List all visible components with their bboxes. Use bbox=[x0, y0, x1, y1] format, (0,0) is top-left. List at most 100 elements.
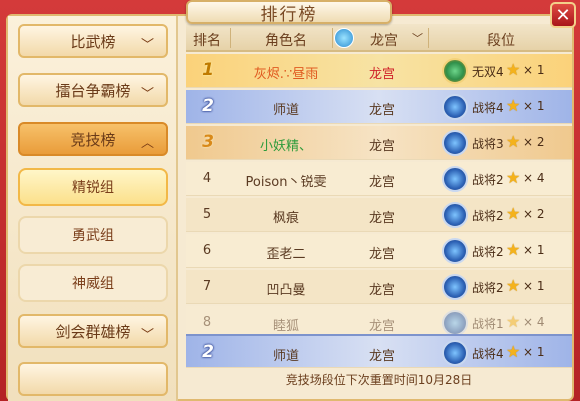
tier-label: 战将1 bbox=[472, 317, 504, 331]
player-sect: 龙宫 bbox=[368, 67, 395, 82]
tier-emblem-icon bbox=[442, 238, 468, 264]
tier-label: 战将4 bbox=[472, 101, 504, 115]
star-icon: ★ bbox=[506, 132, 521, 151]
star-icon: ★ bbox=[506, 96, 521, 115]
tier-label: 战将4 bbox=[472, 347, 504, 361]
rank-badge: 1 bbox=[202, 60, 214, 80]
rank-number: 8 bbox=[202, 315, 212, 330]
tier-emblem-icon bbox=[442, 340, 468, 366]
header-divider bbox=[428, 28, 429, 48]
sidebar-subitem-jingrui[interactable]: 精锐组 bbox=[18, 168, 168, 206]
star-icon: ★ bbox=[506, 312, 521, 331]
star-count: × 1 bbox=[523, 99, 545, 113]
table-row[interactable]: 7 凹凸曼 龙宫 战将2 ★ × 1 bbox=[186, 270, 572, 304]
sidebar-subitem-label: 精锐组 bbox=[72, 180, 114, 196]
tier-label: 战将2 bbox=[472, 209, 504, 223]
chevron-down-icon[interactable]: ﹀ bbox=[412, 30, 423, 46]
tier-emblem-icon bbox=[442, 94, 468, 120]
chevron-up-icon: ︿ bbox=[140, 136, 154, 151]
sidebar-item-jianhui[interactable]: 剑会群雄榜 ﹀ bbox=[18, 314, 168, 348]
sidebar-subitem-label: 神威组 bbox=[72, 276, 114, 292]
player-sect: 龙宫 bbox=[368, 211, 395, 226]
player-name: 凹凸曼 bbox=[266, 283, 306, 298]
sidebar-item-label: 擂台争霸榜 bbox=[55, 81, 131, 100]
player-name: 灰烬.∵昼雨 bbox=[253, 67, 319, 82]
tier-label: 无双4 bbox=[472, 65, 504, 79]
table-row[interactable]: 2 师道 龙宫 战将4 ★ × 1 bbox=[186, 90, 572, 124]
player-sect: 龙宫 bbox=[368, 175, 395, 190]
player-sect: 龙宫 bbox=[368, 139, 395, 154]
rank-badge: 2 bbox=[202, 96, 214, 116]
star-count: × 1 bbox=[523, 243, 545, 257]
chevron-down-icon: ﹀ bbox=[140, 328, 154, 343]
star-icon: ★ bbox=[506, 168, 521, 187]
player-name: Poison丶锐雯 bbox=[245, 175, 327, 190]
rank-badge: 2 bbox=[202, 342, 214, 362]
star-icon: ★ bbox=[506, 240, 521, 259]
sidebar-item-partial[interactable] bbox=[18, 362, 168, 396]
my-rank-row[interactable]: 2 师道 龙宫 战将4 ★ × 1 bbox=[186, 334, 572, 368]
tier-label: 战将2 bbox=[472, 245, 504, 259]
tier-emblem-icon bbox=[442, 274, 468, 300]
sidebar-item-jingji[interactable]: 竞技榜 ︿ bbox=[18, 122, 168, 156]
chevron-down-icon: ﹀ bbox=[140, 87, 154, 102]
star-count: × 1 bbox=[523, 279, 545, 293]
sidebar-subitem-label: 勇武组 bbox=[72, 228, 114, 244]
tier-label: 战将2 bbox=[472, 173, 504, 187]
sect-filter-icon[interactable] bbox=[334, 28, 354, 48]
player-name: 师道 bbox=[272, 103, 299, 118]
player-name: 歪老二 bbox=[266, 247, 306, 262]
rank-number: 7 bbox=[202, 279, 212, 294]
ranking-table: 排名 角色名 龙宫 ﹀ 段位 1 灰烬.∵昼雨 龙宫 无双4 ★ × 1 2 师… bbox=[186, 24, 572, 369]
header-tier: 段位 bbox=[487, 33, 515, 49]
table-header: 排名 角色名 龙宫 ﹀ 段位 bbox=[186, 24, 572, 52]
star-icon: ★ bbox=[506, 60, 521, 79]
table-row[interactable]: 3 小妖精、 龙宫 战将3 ★ × 2 bbox=[186, 126, 572, 160]
header-sect[interactable]: 龙宫 bbox=[354, 30, 414, 50]
tier-emblem-icon bbox=[442, 58, 468, 84]
star-count: × 2 bbox=[523, 135, 545, 149]
sidebar-subitem-shenwei[interactable]: 神威组 bbox=[18, 264, 168, 302]
star-count: × 4 bbox=[523, 171, 545, 185]
header-divider bbox=[332, 28, 333, 48]
tier-emblem-icon bbox=[442, 202, 468, 228]
rank-number: 5 bbox=[202, 207, 212, 222]
player-name: 睦狐 bbox=[272, 319, 299, 334]
rank-number: 4 bbox=[202, 171, 212, 186]
reset-notice: 竞技场段位下次重置时间10月28日 bbox=[285, 373, 473, 387]
close-button[interactable]: ✕ bbox=[550, 2, 576, 28]
sidebar-item-label: 比武榜 bbox=[70, 32, 116, 51]
player-sect: 龙宫 bbox=[368, 319, 395, 334]
star-count: × 1 bbox=[523, 63, 545, 77]
star-icon: ★ bbox=[506, 204, 521, 223]
player-sect: 龙宫 bbox=[368, 283, 395, 298]
header-rank: 排名 bbox=[193, 33, 221, 49]
table-row[interactable]: 4 Poison丶锐雯 龙宫 战将2 ★ × 4 bbox=[186, 162, 572, 196]
star-count: × 2 bbox=[523, 207, 545, 221]
player-name: 师道 bbox=[272, 349, 299, 364]
tier-label: 战将2 bbox=[472, 281, 504, 295]
star-icon: ★ bbox=[506, 342, 521, 361]
tier-emblem-icon bbox=[442, 310, 468, 336]
close-icon: ✕ bbox=[555, 4, 571, 26]
table-row[interactable]: 1 灰烬.∵昼雨 龙宫 无双4 ★ × 1 bbox=[186, 54, 572, 88]
table-row[interactable]: 6 歪老二 龙宫 战将2 ★ × 1 bbox=[186, 234, 572, 268]
tier-emblem-icon bbox=[442, 130, 468, 156]
tier-emblem-icon bbox=[442, 166, 468, 192]
player-sect: 龙宫 bbox=[368, 349, 395, 364]
star-icon: ★ bbox=[506, 276, 521, 295]
star-count: × 1 bbox=[523, 345, 545, 359]
sidebar-item-biwu[interactable]: 比武榜 ﹀ bbox=[18, 24, 168, 58]
rank-number: 6 bbox=[202, 243, 212, 258]
player-name: 小妖精、 bbox=[259, 139, 312, 154]
tier-label: 战将3 bbox=[472, 137, 504, 151]
sidebar-item-label: 竞技榜 bbox=[70, 130, 116, 149]
player-sect: 龙宫 bbox=[368, 103, 395, 118]
sidebar-item-leitai[interactable]: 擂台争霸榜 ﹀ bbox=[18, 73, 168, 107]
player-name: 枫痕 bbox=[272, 211, 299, 226]
sidebar-item-label: 剑会群雄榜 bbox=[55, 322, 131, 341]
chevron-down-icon: ﹀ bbox=[140, 38, 154, 53]
table-row[interactable]: 5 枫痕 龙宫 战将2 ★ × 2 bbox=[186, 198, 572, 232]
sidebar-subitem-yongwu[interactable]: 勇武组 bbox=[18, 216, 168, 254]
rank-badge: 3 bbox=[202, 132, 214, 152]
